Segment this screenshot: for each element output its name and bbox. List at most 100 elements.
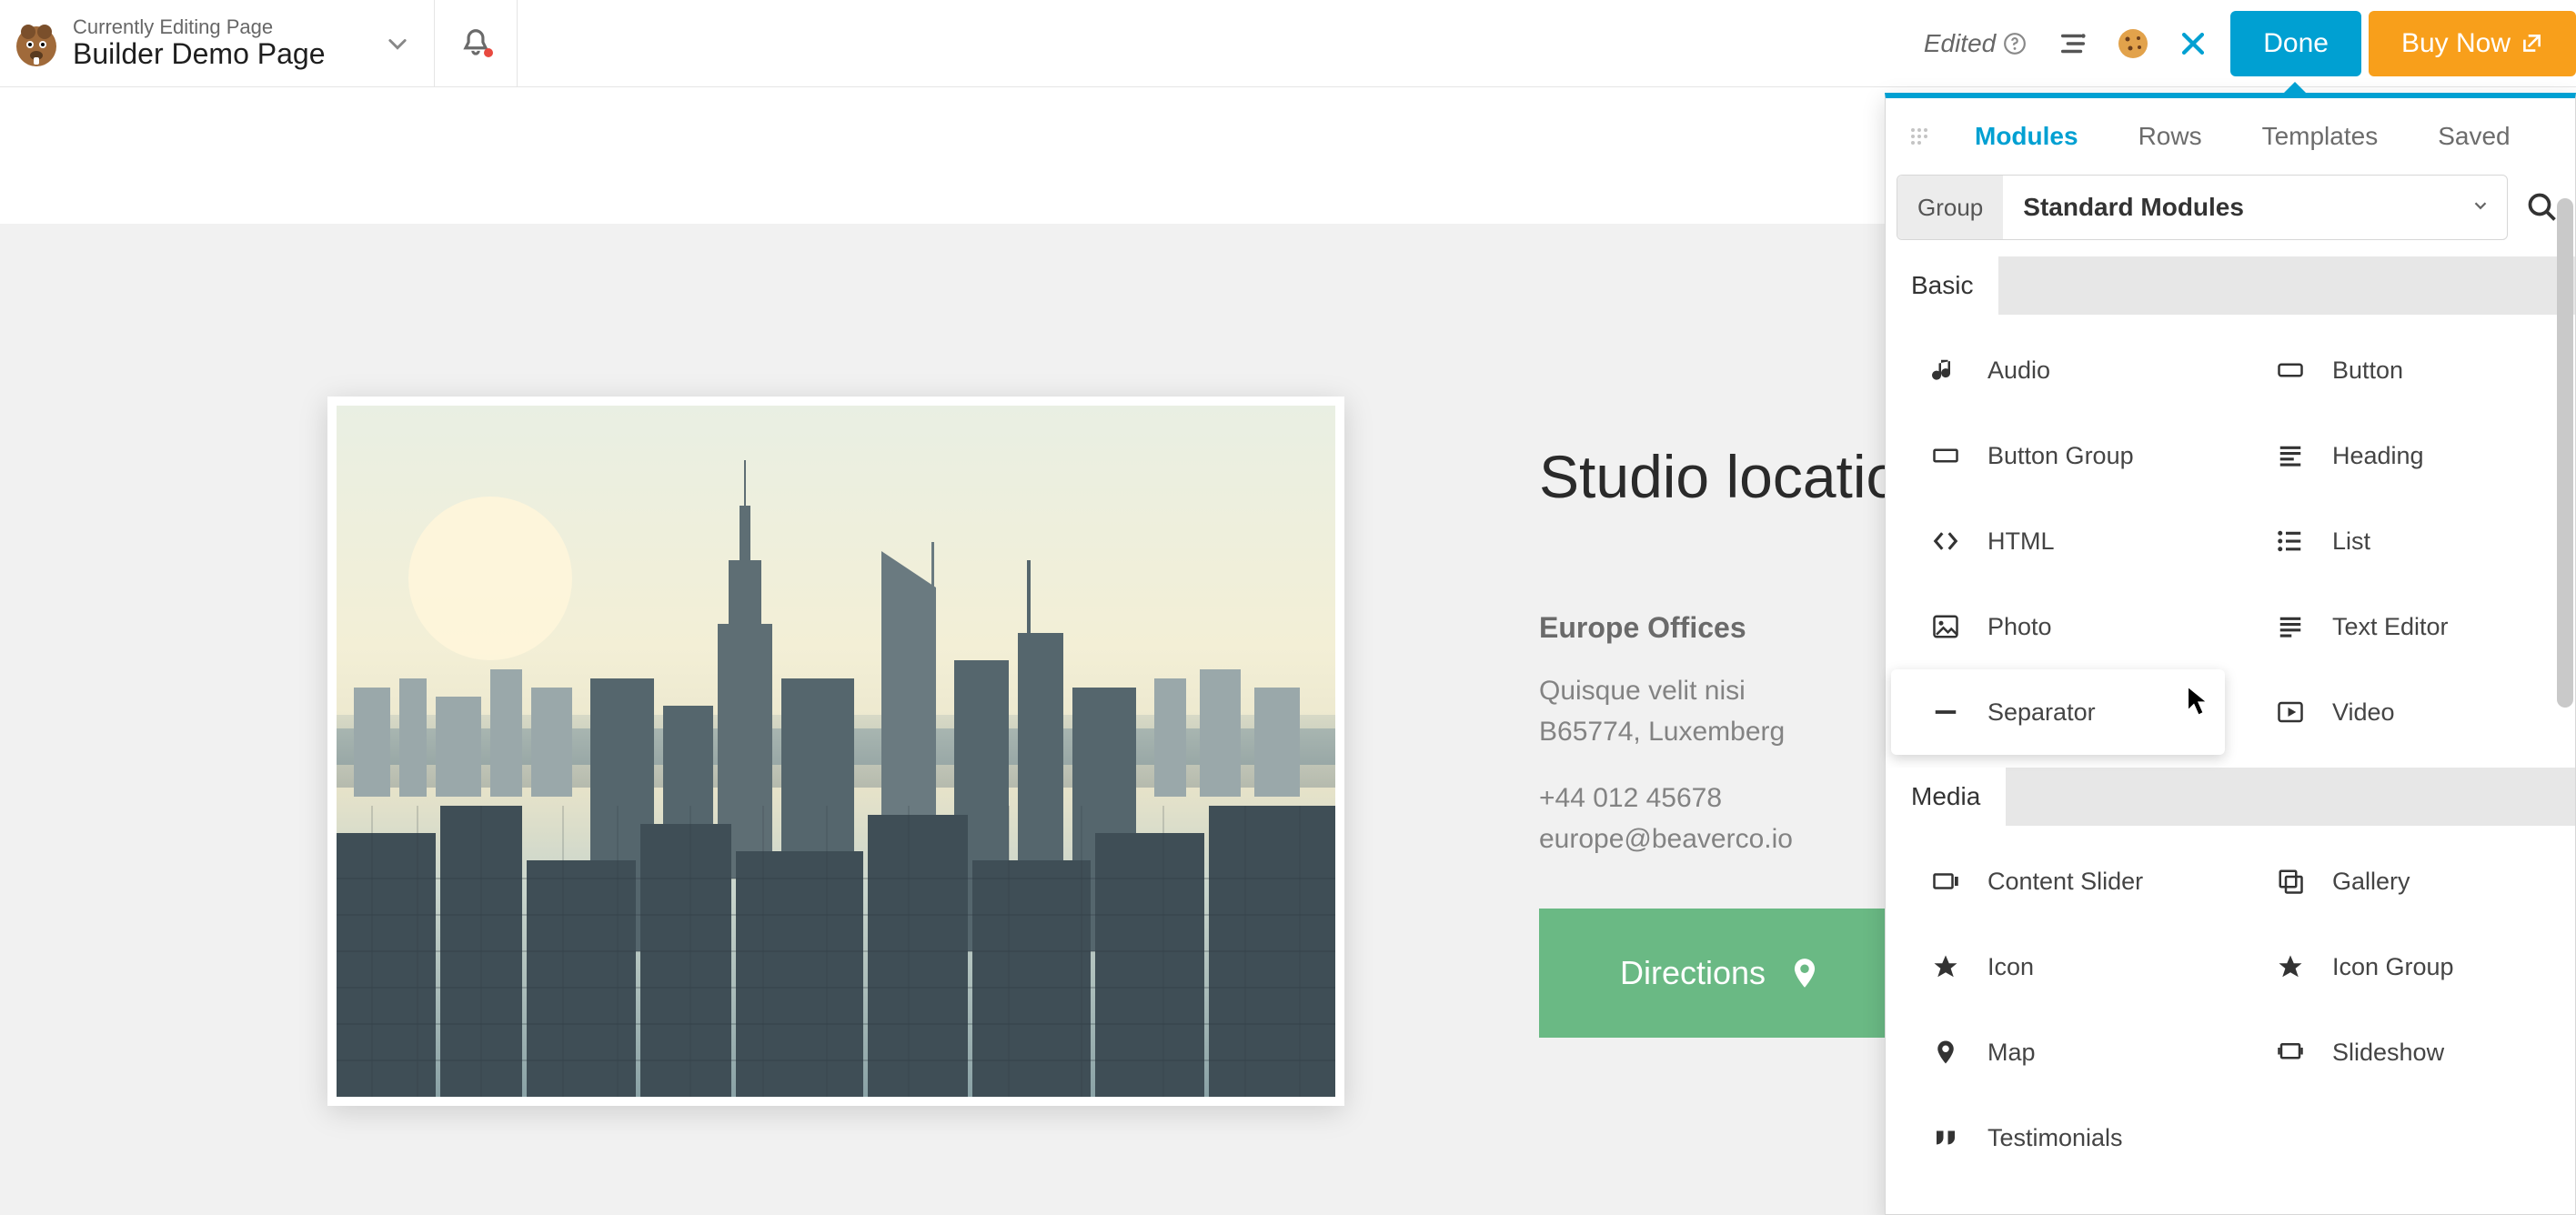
module-photo[interactable]: Photo bbox=[1891, 584, 2225, 669]
rectangle-icon bbox=[1929, 442, 1962, 469]
city-photo[interactable] bbox=[327, 397, 1344, 1106]
scroll-thumb[interactable] bbox=[2557, 198, 2573, 708]
list-icon bbox=[2274, 527, 2307, 555]
module-text-editor[interactable]: Text Editor bbox=[2236, 584, 2570, 669]
chevron-down-icon bbox=[385, 31, 410, 56]
chevron-down-icon bbox=[2454, 196, 2507, 220]
edited-status[interactable]: Edited bbox=[1924, 29, 2043, 58]
module-gallery[interactable]: Gallery bbox=[2236, 838, 2570, 924]
text-lines-icon bbox=[2274, 613, 2307, 640]
code-icon bbox=[1929, 527, 1962, 555]
module-label: Map bbox=[1987, 1039, 2036, 1067]
module-grid: Content Slider Gallery Icon Icon Group Map Sl… bbox=[1886, 826, 2575, 1193]
video-icon bbox=[2274, 698, 2307, 726]
directions-button[interactable]: Directions bbox=[1539, 909, 1903, 1038]
pin-icon bbox=[1929, 1039, 1962, 1066]
beaver-logo-icon bbox=[12, 19, 61, 68]
module-label: Testimonials bbox=[1987, 1124, 2123, 1152]
separator bbox=[517, 0, 518, 86]
office-title: Europe Offices bbox=[1539, 611, 1933, 645]
module-label: List bbox=[2332, 527, 2370, 556]
button-icon bbox=[2274, 356, 2307, 384]
cookie-icon bbox=[2115, 25, 2151, 62]
assistant-button[interactable] bbox=[2103, 25, 2163, 62]
music-note-icon bbox=[1929, 356, 1962, 384]
notification-dot-icon bbox=[484, 48, 493, 57]
page-dropdown-toggle[interactable] bbox=[361, 31, 434, 56]
office-address: Quisque velit nisi B65774, Luxemberg bbox=[1539, 670, 1933, 752]
close-panel-button[interactable] bbox=[2163, 28, 2223, 59]
star-icon bbox=[2274, 953, 2307, 980]
module-testimonials[interactable]: Testimonials bbox=[1891, 1095, 2225, 1180]
outline-button[interactable] bbox=[2043, 28, 2103, 59]
gallery-icon bbox=[2274, 868, 2307, 895]
modules-panel: Modules Rows Templates Saved Group Standard… bbox=[1885, 93, 2576, 1215]
panel-scrollbar[interactable] bbox=[2557, 198, 2573, 1209]
module-label: Separator bbox=[1987, 698, 2096, 727]
group-filter-row: Group Standard Modules bbox=[1886, 175, 2575, 256]
panel-tab-rows[interactable]: Rows bbox=[2118, 122, 2222, 151]
app-logo bbox=[0, 0, 73, 86]
module-label: Button Group bbox=[1987, 442, 2134, 470]
module-grid: Audio Button Button Group Heading HTML List Ph… bbox=[1886, 315, 2575, 768]
module-label: Heading bbox=[2332, 442, 2424, 470]
module-button[interactable]: Button bbox=[2236, 327, 2570, 413]
panel-tab-modules[interactable]: Modules bbox=[1955, 122, 2098, 151]
panel-tab-saved[interactable]: Saved bbox=[2418, 122, 2530, 151]
panel-tabs: Modules Rows Templates Saved bbox=[1886, 98, 2575, 175]
studio-heading: Studio location bbox=[1539, 442, 1933, 511]
notifications-button[interactable] bbox=[435, 26, 517, 61]
panel-tab-templates[interactable]: Templates bbox=[2242, 122, 2399, 151]
section-header-basic[interactable]: Basic bbox=[1886, 256, 2575, 315]
heading-lines-icon bbox=[2274, 442, 2307, 469]
module-icon-group[interactable]: Icon Group bbox=[2236, 924, 2570, 1009]
module-label: Video bbox=[2332, 698, 2395, 727]
module-content-slider[interactable]: Content Slider bbox=[1891, 838, 2225, 924]
module-label: Gallery bbox=[2332, 868, 2410, 896]
group-select[interactable]: Group Standard Modules bbox=[1897, 175, 2508, 240]
outline-icon bbox=[2058, 28, 2088, 59]
search-icon bbox=[2526, 191, 2559, 224]
module-label: Slideshow bbox=[2332, 1039, 2444, 1067]
module-separator[interactable]: Separator bbox=[1891, 669, 2225, 755]
module-video[interactable]: Video bbox=[2236, 669, 2570, 755]
module-button-group[interactable]: Button Group bbox=[1891, 413, 2225, 498]
module-label: Text Editor bbox=[2332, 613, 2449, 641]
close-icon bbox=[2178, 28, 2209, 59]
module-map[interactable]: Map bbox=[1891, 1009, 2225, 1095]
page-title-block[interactable]: Currently Editing Page Builder Demo Page bbox=[73, 15, 361, 71]
external-link-icon bbox=[2520, 32, 2543, 55]
star-icon bbox=[1929, 953, 1962, 980]
panel-pointer-icon bbox=[2279, 82, 2311, 98]
office-contact: +44 012 45678 europe@beaverco.io bbox=[1539, 778, 1933, 859]
buy-now-button[interactable]: Buy Now bbox=[2369, 11, 2576, 76]
module-audio[interactable]: Audio bbox=[1891, 327, 2225, 413]
minus-icon bbox=[1929, 698, 1962, 726]
module-label: HTML bbox=[1987, 527, 2055, 556]
module-html[interactable]: HTML bbox=[1891, 498, 2225, 584]
drag-handle-icon[interactable] bbox=[1911, 128, 1931, 145]
module-label: Icon bbox=[1987, 953, 2034, 981]
group-value: Standard Modules bbox=[2003, 193, 2454, 222]
help-circle-icon bbox=[2003, 32, 2027, 55]
module-list[interactable]: List bbox=[2236, 498, 2570, 584]
pin-icon bbox=[1787, 956, 1822, 990]
editing-label: Currently Editing Page bbox=[73, 15, 325, 39]
module-heading[interactable]: Heading bbox=[2236, 413, 2570, 498]
module-label: Button bbox=[2332, 356, 2403, 385]
section-header-media[interactable]: Media bbox=[1886, 768, 2575, 826]
quote-icon bbox=[1929, 1124, 1962, 1151]
module-label: Photo bbox=[1987, 613, 2052, 641]
image-icon bbox=[1929, 613, 1962, 640]
module-icon[interactable]: Icon bbox=[1891, 924, 2225, 1009]
top-toolbar: Currently Editing Page Builder Demo Page… bbox=[0, 0, 2576, 87]
module-label: Icon Group bbox=[2332, 953, 2454, 981]
group-label: Group bbox=[1897, 176, 2003, 239]
module-label: Audio bbox=[1987, 356, 2050, 385]
module-slideshow[interactable]: Slideshow bbox=[2236, 1009, 2570, 1095]
slider-icon bbox=[1929, 868, 1962, 895]
slideshow-icon bbox=[2274, 1039, 2307, 1066]
module-label: Content Slider bbox=[1987, 868, 2143, 896]
done-button[interactable]: Done bbox=[2230, 11, 2361, 76]
page-title: Builder Demo Page bbox=[73, 37, 325, 71]
